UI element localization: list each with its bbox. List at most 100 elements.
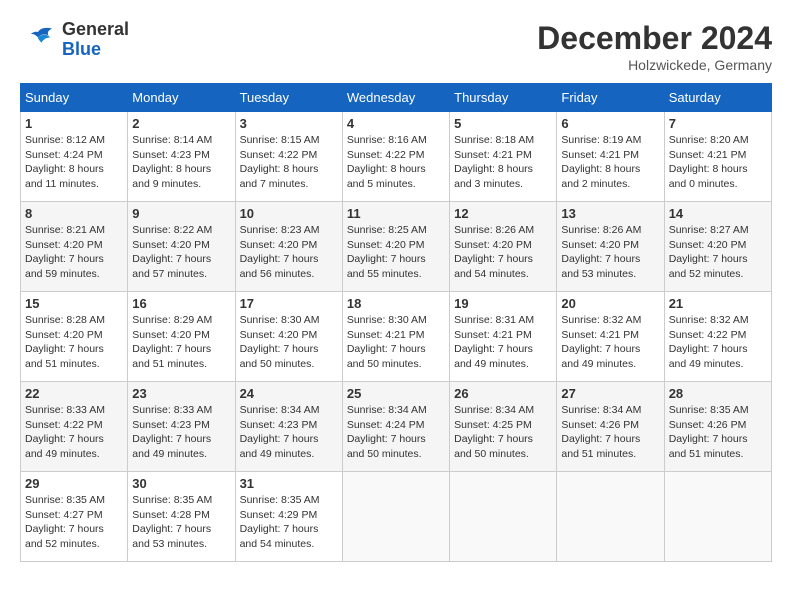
day-info: Sunrise: 8:33 AM Sunset: 4:23 PM Dayligh…: [132, 403, 230, 462]
day-number: 12: [454, 206, 552, 221]
day-info: Sunrise: 8:16 AM Sunset: 4:22 PM Dayligh…: [347, 133, 445, 192]
day-info: Sunrise: 8:31 AM Sunset: 4:21 PM Dayligh…: [454, 313, 552, 372]
day-number: 3: [240, 116, 338, 131]
weekday-header-friday: Friday: [557, 84, 664, 112]
calendar-week-5: 29 Sunrise: 8:35 AM Sunset: 4:27 PM Dayl…: [21, 472, 772, 562]
day-info: Sunrise: 8:34 AM Sunset: 4:26 PM Dayligh…: [561, 403, 659, 462]
day-number: 7: [669, 116, 767, 131]
calendar-cell: 18 Sunrise: 8:30 AM Sunset: 4:21 PM Dayl…: [342, 292, 449, 382]
calendar-cell: 12 Sunrise: 8:26 AM Sunset: 4:20 PM Dayl…: [450, 202, 557, 292]
weekday-header-saturday: Saturday: [664, 84, 771, 112]
day-info: Sunrise: 8:35 AM Sunset: 4:26 PM Dayligh…: [669, 403, 767, 462]
calendar-week-3: 15 Sunrise: 8:28 AM Sunset: 4:20 PM Dayl…: [21, 292, 772, 382]
day-number: 9: [132, 206, 230, 221]
day-number: 13: [561, 206, 659, 221]
calendar-cell: 21 Sunrise: 8:32 AM Sunset: 4:22 PM Dayl…: [664, 292, 771, 382]
calendar-cell: 13 Sunrise: 8:26 AM Sunset: 4:20 PM Dayl…: [557, 202, 664, 292]
day-info: Sunrise: 8:12 AM Sunset: 4:24 PM Dayligh…: [25, 133, 123, 192]
day-info: Sunrise: 8:27 AM Sunset: 4:20 PM Dayligh…: [669, 223, 767, 282]
calendar-week-2: 8 Sunrise: 8:21 AM Sunset: 4:20 PM Dayli…: [21, 202, 772, 292]
day-number: 16: [132, 296, 230, 311]
day-number: 17: [240, 296, 338, 311]
day-info: Sunrise: 8:26 AM Sunset: 4:20 PM Dayligh…: [454, 223, 552, 282]
day-info: Sunrise: 8:20 AM Sunset: 4:21 PM Dayligh…: [669, 133, 767, 192]
day-number: 2: [132, 116, 230, 131]
day-info: Sunrise: 8:35 AM Sunset: 4:29 PM Dayligh…: [240, 493, 338, 552]
day-info: Sunrise: 8:32 AM Sunset: 4:22 PM Dayligh…: [669, 313, 767, 372]
day-info: Sunrise: 8:23 AM Sunset: 4:20 PM Dayligh…: [240, 223, 338, 282]
weekday-header-thursday: Thursday: [450, 84, 557, 112]
day-number: 24: [240, 386, 338, 401]
day-number: 1: [25, 116, 123, 131]
weekday-header-monday: Monday: [128, 84, 235, 112]
calendar-cell: 5 Sunrise: 8:18 AM Sunset: 4:21 PM Dayli…: [450, 112, 557, 202]
day-info: Sunrise: 8:33 AM Sunset: 4:22 PM Dayligh…: [25, 403, 123, 462]
calendar-cell: 10 Sunrise: 8:23 AM Sunset: 4:20 PM Dayl…: [235, 202, 342, 292]
location: Holzwickede, Germany: [537, 57, 772, 73]
day-info: Sunrise: 8:22 AM Sunset: 4:20 PM Dayligh…: [132, 223, 230, 282]
day-number: 28: [669, 386, 767, 401]
day-number: 18: [347, 296, 445, 311]
day-info: Sunrise: 8:26 AM Sunset: 4:20 PM Dayligh…: [561, 223, 659, 282]
calendar-cell: 19 Sunrise: 8:31 AM Sunset: 4:21 PM Dayl…: [450, 292, 557, 382]
calendar-cell: 20 Sunrise: 8:32 AM Sunset: 4:21 PM Dayl…: [557, 292, 664, 382]
title-area: December 2024 Holzwickede, Germany: [537, 20, 772, 73]
day-number: 26: [454, 386, 552, 401]
calendar-cell: 2 Sunrise: 8:14 AM Sunset: 4:23 PM Dayli…: [128, 112, 235, 202]
calendar-cell: [664, 472, 771, 562]
day-number: 22: [25, 386, 123, 401]
day-number: 29: [25, 476, 123, 491]
day-info: Sunrise: 8:30 AM Sunset: 4:20 PM Dayligh…: [240, 313, 338, 372]
day-number: 27: [561, 386, 659, 401]
day-number: 25: [347, 386, 445, 401]
calendar-cell: 25 Sunrise: 8:34 AM Sunset: 4:24 PM Dayl…: [342, 382, 449, 472]
calendar-cell: 8 Sunrise: 8:21 AM Sunset: 4:20 PM Dayli…: [21, 202, 128, 292]
day-info: Sunrise: 8:34 AM Sunset: 4:25 PM Dayligh…: [454, 403, 552, 462]
weekday-header-tuesday: Tuesday: [235, 84, 342, 112]
calendar-cell: 16 Sunrise: 8:29 AM Sunset: 4:20 PM Dayl…: [128, 292, 235, 382]
day-number: 6: [561, 116, 659, 131]
day-number: 30: [132, 476, 230, 491]
day-number: 10: [240, 206, 338, 221]
day-info: Sunrise: 8:25 AM Sunset: 4:20 PM Dayligh…: [347, 223, 445, 282]
calendar-cell: 1 Sunrise: 8:12 AM Sunset: 4:24 PM Dayli…: [21, 112, 128, 202]
day-info: Sunrise: 8:34 AM Sunset: 4:24 PM Dayligh…: [347, 403, 445, 462]
calendar-cell: 15 Sunrise: 8:28 AM Sunset: 4:20 PM Dayl…: [21, 292, 128, 382]
calendar-cell: 11 Sunrise: 8:25 AM Sunset: 4:20 PM Dayl…: [342, 202, 449, 292]
calendar-cell: 9 Sunrise: 8:22 AM Sunset: 4:20 PM Dayli…: [128, 202, 235, 292]
calendar-cell: 27 Sunrise: 8:34 AM Sunset: 4:26 PM Dayl…: [557, 382, 664, 472]
day-number: 5: [454, 116, 552, 131]
day-info: Sunrise: 8:34 AM Sunset: 4:23 PM Dayligh…: [240, 403, 338, 462]
calendar-cell: 29 Sunrise: 8:35 AM Sunset: 4:27 PM Dayl…: [21, 472, 128, 562]
day-number: 19: [454, 296, 552, 311]
day-info: Sunrise: 8:15 AM Sunset: 4:22 PM Dayligh…: [240, 133, 338, 192]
day-number: 23: [132, 386, 230, 401]
weekday-header-sunday: Sunday: [21, 84, 128, 112]
day-info: Sunrise: 8:32 AM Sunset: 4:21 PM Dayligh…: [561, 313, 659, 372]
day-number: 21: [669, 296, 767, 311]
weekday-header-row: SundayMondayTuesdayWednesdayThursdayFrid…: [21, 84, 772, 112]
calendar-cell: 17 Sunrise: 8:30 AM Sunset: 4:20 PM Dayl…: [235, 292, 342, 382]
calendar-cell: 3 Sunrise: 8:15 AM Sunset: 4:22 PM Dayli…: [235, 112, 342, 202]
logo: General Blue: [20, 20, 129, 60]
calendar-cell: 23 Sunrise: 8:33 AM Sunset: 4:23 PM Dayl…: [128, 382, 235, 472]
day-number: 4: [347, 116, 445, 131]
day-info: Sunrise: 8:21 AM Sunset: 4:20 PM Dayligh…: [25, 223, 123, 282]
calendar-week-1: 1 Sunrise: 8:12 AM Sunset: 4:24 PM Dayli…: [21, 112, 772, 202]
day-number: 31: [240, 476, 338, 491]
day-info: Sunrise: 8:19 AM Sunset: 4:21 PM Dayligh…: [561, 133, 659, 192]
calendar-body: 1 Sunrise: 8:12 AM Sunset: 4:24 PM Dayli…: [21, 112, 772, 562]
calendar-cell: 30 Sunrise: 8:35 AM Sunset: 4:28 PM Dayl…: [128, 472, 235, 562]
calendar-cell: [450, 472, 557, 562]
day-info: Sunrise: 8:28 AM Sunset: 4:20 PM Dayligh…: [25, 313, 123, 372]
day-number: 20: [561, 296, 659, 311]
calendar-cell: 31 Sunrise: 8:35 AM Sunset: 4:29 PM Dayl…: [235, 472, 342, 562]
day-number: 14: [669, 206, 767, 221]
month-year: December 2024: [537, 20, 772, 57]
calendar-cell: 7 Sunrise: 8:20 AM Sunset: 4:21 PM Dayli…: [664, 112, 771, 202]
calendar-cell: 28 Sunrise: 8:35 AM Sunset: 4:26 PM Dayl…: [664, 382, 771, 472]
calendar-table: SundayMondayTuesdayWednesdayThursdayFrid…: [20, 83, 772, 562]
day-info: Sunrise: 8:29 AM Sunset: 4:20 PM Dayligh…: [132, 313, 230, 372]
day-info: Sunrise: 8:35 AM Sunset: 4:28 PM Dayligh…: [132, 493, 230, 552]
calendar-cell: 14 Sunrise: 8:27 AM Sunset: 4:20 PM Dayl…: [664, 202, 771, 292]
